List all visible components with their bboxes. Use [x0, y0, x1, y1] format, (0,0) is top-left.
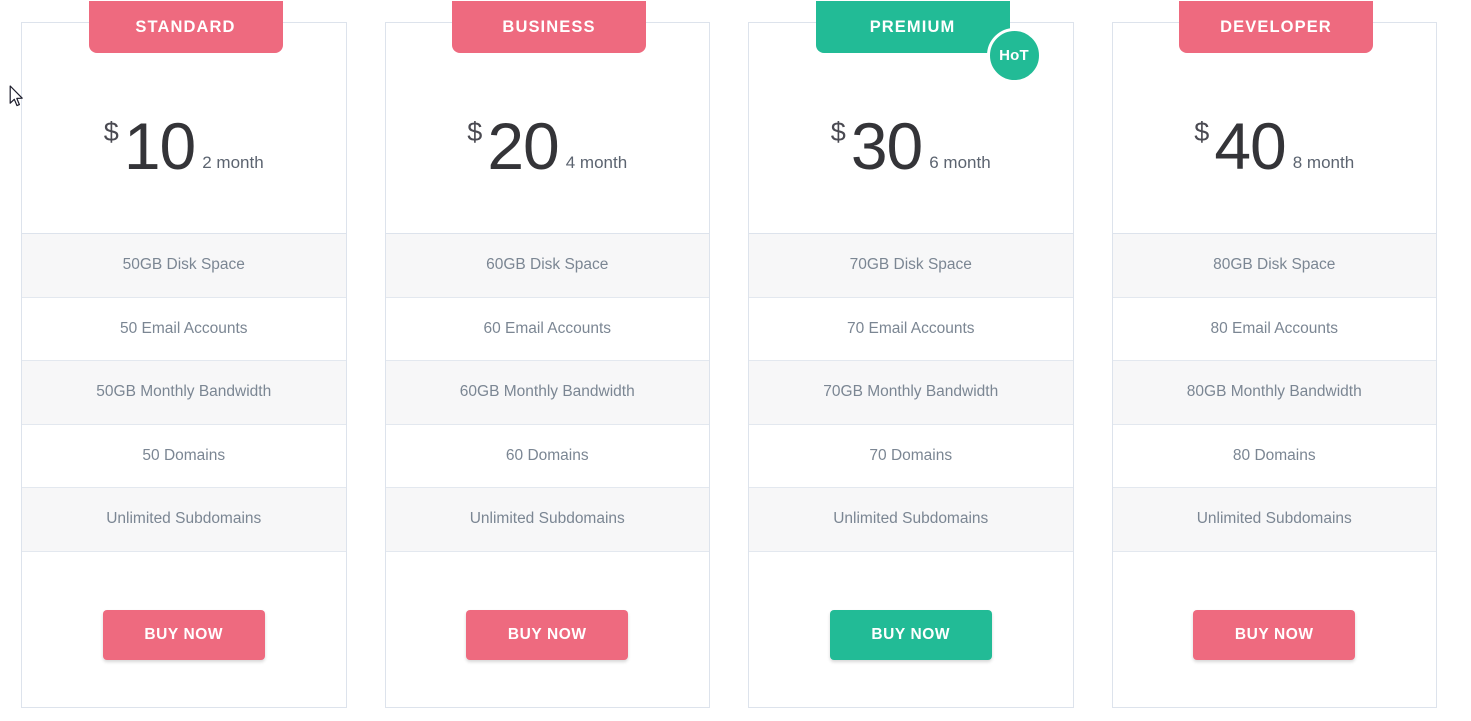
plan-name-badge: STANDARD [88, 1, 283, 53]
feature-row: 70 Email Accounts [749, 297, 1073, 361]
feature-list: 60GB Disk Space 60 Email Accounts 60GB Mon… [385, 234, 709, 552]
price-inner: $20 4 month [467, 113, 627, 179]
price-amount: 40 [1214, 109, 1286, 183]
feature-row: Unlimited Subdomains [22, 488, 346, 552]
feature-row: 50 Email Accounts [22, 297, 346, 361]
pricing-card: BUSINESS $20 4 month 60GB Disk Space 60 Emai… [384, 1, 710, 708]
feature-row: 70GB Disk Space [749, 234, 1073, 298]
plan-name-label: BUSINESS [502, 17, 596, 36]
price-currency-symbol: $ [467, 117, 483, 147]
feature-row: Unlimited Subdomains [385, 488, 709, 552]
price-block: $20 4 month [385, 23, 709, 234]
feature-row: 50GB Monthly Bandwidth [22, 361, 346, 425]
price-amount: 30 [850, 109, 923, 183]
price-period: 8 month [1292, 153, 1355, 172]
feature-row: 60GB Monthly Bandwidth [385, 361, 709, 425]
action-block: BUY NOW [385, 551, 709, 707]
price-amount: 10 [123, 109, 196, 183]
plan-name-label: PREMIUM [869, 17, 956, 36]
feature-row: 50 Domains [22, 424, 346, 488]
feature-row: 60GB Disk Space [385, 234, 709, 298]
feature-list: 80GB Disk Space 80 Email Accounts 80GB Mon… [1112, 234, 1436, 552]
price-currency-symbol: $ [1194, 117, 1210, 147]
feature-row: 60 Domains [385, 424, 709, 488]
price-currency-symbol: $ [830, 117, 846, 147]
plan-name-badge: DEVELOPER [1179, 1, 1373, 53]
hot-badge-label: HoT [999, 47, 1029, 64]
feature-row: 70GB Monthly Bandwidth [749, 361, 1073, 425]
action-block: BUY NOW [749, 551, 1073, 707]
feature-list: 70GB Disk Space 70 Email Accounts 70GB Mon… [749, 234, 1073, 552]
action-block: BUY NOW [22, 551, 346, 707]
plan-name-label: DEVELOPER [1220, 17, 1332, 36]
pricing-cards-row: STANDARD $10 2 month 50GB Disk Space 50 Emai… [21, 1, 1437, 708]
price-inner: $10 2 month [104, 113, 264, 179]
plan-name-badge: BUSINESS [452, 1, 646, 53]
pricing-card: DEVELOPER $40 8 month 80GB Disk Space 80 Ema… [1111, 1, 1437, 708]
feature-row: Unlimited Subdomains [1112, 488, 1436, 552]
feature-row: 80 Domains [1112, 424, 1436, 488]
feature-row: 70 Domains [749, 424, 1073, 488]
price-block: $40 8 month [1112, 23, 1436, 234]
buy-now-button[interactable]: BUY NOW [1193, 609, 1356, 660]
feature-row: 60 Email Accounts [385, 297, 709, 361]
price-inner: $30 6 month [831, 113, 991, 179]
feature-row: Unlimited Subdomains [749, 488, 1073, 552]
price-period: 6 month [929, 153, 991, 172]
feature-row: 80GB Disk Space [1112, 234, 1436, 298]
price-amount: 20 [487, 109, 559, 183]
plan-name-label: STANDARD [135, 17, 236, 36]
pricing-card: STANDARD $10 2 month 50GB Disk Space 50 Emai… [21, 1, 347, 708]
buy-now-button[interactable]: BUY NOW [102, 609, 265, 660]
feature-row: 50GB Disk Space [22, 234, 346, 298]
buy-now-button[interactable]: BUY NOW [829, 609, 992, 660]
price-block: $10 2 month [22, 23, 346, 234]
feature-row: 80 Email Accounts [1112, 297, 1436, 361]
feature-list: 50GB Disk Space 50 Email Accounts 50GB Mon… [22, 234, 346, 552]
plan-name-badge: PREMIUM HoT [815, 1, 1042, 83]
price-period: 4 month [565, 153, 628, 172]
price-currency-symbol: $ [103, 117, 119, 147]
action-block: BUY NOW [1112, 551, 1436, 707]
price-inner: $40 8 month [1194, 113, 1354, 179]
pricing-table: STANDARD $10 2 month 50GB Disk Space 50 Emai… [0, 0, 1471, 721]
feature-row: 80GB Monthly Bandwidth [1112, 361, 1436, 425]
buy-now-button[interactable]: BUY NOW [466, 609, 629, 660]
price-period: 2 month [202, 153, 264, 172]
hot-badge: HoT [986, 28, 1042, 83]
pricing-card: PREMIUM HoT $30 6 month 70GB Disk Space 70 Em… [748, 1, 1074, 708]
